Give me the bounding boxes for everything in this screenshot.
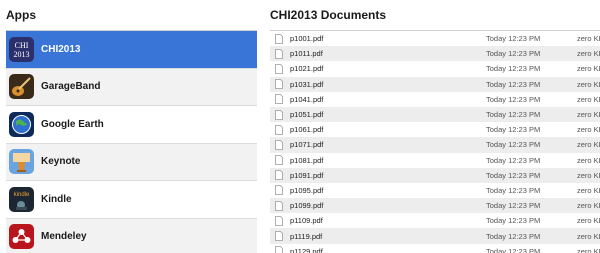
apps-panel-title: Apps <box>6 8 36 22</box>
document-modified: Today 12:23 PM <box>486 216 540 225</box>
document-icon <box>275 155 283 165</box>
document-name: p1061.pdf <box>290 125 410 134</box>
document-modified: Today 12:23 PM <box>486 64 540 73</box>
app-item-garageband[interactable]: GarageBand <box>6 69 257 107</box>
document-icon <box>275 49 283 59</box>
document-row[interactable]: p1109.pdf Today 12:23 PM zero KB <box>270 213 600 228</box>
document-modified: Today 12:23 PM <box>486 49 540 58</box>
app-item-kindle[interactable]: kindle Kindle <box>6 181 257 219</box>
document-icon <box>275 170 283 180</box>
document-name: p1091.pdf <box>290 171 410 180</box>
document-name: p1119.pdf <box>290 232 410 241</box>
document-icon <box>275 185 283 195</box>
document-row[interactable]: p1011.pdf Today 12:23 PM zero KB <box>270 46 600 61</box>
document-size: zero KB <box>577 186 600 195</box>
chi2013-icon: CHI 2013 <box>9 37 34 62</box>
document-modified: Today 12:23 PM <box>486 247 540 253</box>
document-name: p1071.pdf <box>290 140 410 149</box>
document-modified: Today 12:23 PM <box>486 186 540 195</box>
svg-text:CHI: CHI <box>15 41 29 50</box>
documents-panel-title: CHI2013 Documents <box>270 8 386 22</box>
document-name: p1001.pdf <box>290 34 410 43</box>
document-name: p1081.pdf <box>290 156 410 165</box>
app-item-keynote[interactable]: Keynote <box>6 144 257 182</box>
app-item-chi2013[interactable]: CHI 2013 CHI2013 <box>6 31 257 69</box>
document-size: zero KB <box>577 49 600 58</box>
mendeley-icon <box>9 224 34 249</box>
document-row[interactable]: p1071.pdf Today 12:23 PM zero KB <box>270 137 600 152</box>
svg-text:kindle: kindle <box>14 192 30 198</box>
document-row[interactable]: p1119.pdf Today 12:23 PM zero KB <box>270 228 600 243</box>
document-name: p1109.pdf <box>290 216 410 225</box>
app-item-label: Mendeley <box>41 231 87 242</box>
document-row[interactable]: p1041.pdf Today 12:23 PM zero KB <box>270 92 600 107</box>
svg-text:2013: 2013 <box>14 50 30 59</box>
document-size: zero KB <box>577 64 600 73</box>
document-name: p1041.pdf <box>290 95 410 104</box>
kindle-icon: kindle <box>9 187 34 212</box>
document-size: zero KB <box>577 171 600 180</box>
document-size: zero KB <box>577 156 600 165</box>
document-icon <box>275 231 283 241</box>
document-row[interactable]: p1001.pdf Today 12:23 PM zero KB <box>270 31 600 46</box>
document-icon <box>275 110 283 120</box>
app-item-label: Google Earth <box>41 119 104 130</box>
document-size: zero KB <box>577 125 600 134</box>
document-row[interactable]: p1021.pdf Today 12:23 PM zero KB <box>270 61 600 76</box>
app-item-label: Kindle <box>41 194 72 205</box>
podium-icon <box>9 149 34 174</box>
document-modified: Today 12:23 PM <box>486 80 540 89</box>
document-name: p1095.pdf <box>290 186 410 195</box>
document-row[interactable]: p1091.pdf Today 12:23 PM zero KB <box>270 168 600 183</box>
document-modified: Today 12:23 PM <box>486 110 540 119</box>
document-name: p1031.pdf <box>290 80 410 89</box>
apps-list: CHI 2013 CHI2013 GarageBand Go <box>6 30 257 253</box>
document-name: p1051.pdf <box>290 110 410 119</box>
document-name: p1011.pdf <box>290 49 410 58</box>
document-modified: Today 12:23 PM <box>486 201 540 210</box>
document-row[interactable]: p1095.pdf Today 12:23 PM zero KB <box>270 183 600 198</box>
document-row[interactable]: p1031.pdf Today 12:23 PM zero KB <box>270 77 600 92</box>
globe-icon <box>9 112 34 137</box>
document-size: zero KB <box>577 34 600 43</box>
document-size: zero KB <box>577 216 600 225</box>
document-row[interactable]: p1061.pdf Today 12:23 PM zero KB <box>270 122 600 137</box>
document-size: zero KB <box>577 247 600 253</box>
document-size: zero KB <box>577 95 600 104</box>
document-row[interactable]: p1081.pdf Today 12:23 PM zero KB <box>270 153 600 168</box>
document-icon <box>275 216 283 226</box>
document-name: p1129.pdf <box>290 247 410 253</box>
document-row[interactable]: p1051.pdf Today 12:23 PM zero KB <box>270 107 600 122</box>
document-icon <box>275 34 283 44</box>
document-size: zero KB <box>577 140 600 149</box>
document-size: zero KB <box>577 80 600 89</box>
document-modified: Today 12:23 PM <box>486 171 540 180</box>
app-item-label: Keynote <box>41 156 80 167</box>
document-modified: Today 12:23 PM <box>486 140 540 149</box>
document-name: p1099.pdf <box>290 201 410 210</box>
document-size: zero KB <box>577 201 600 210</box>
documents-list: p1001.pdf Today 12:23 PM zero KB p1011.pdf T… <box>270 30 600 253</box>
app-item-mendeley[interactable]: Mendeley <box>6 219 257 253</box>
document-icon <box>275 64 283 74</box>
document-icon <box>275 140 283 150</box>
document-name: p1021.pdf <box>290 64 410 73</box>
document-modified: Today 12:23 PM <box>486 34 540 43</box>
app-item-google-earth[interactable]: Google Earth <box>6 106 257 144</box>
document-size: zero KB <box>577 110 600 119</box>
document-modified: Today 12:23 PM <box>486 125 540 134</box>
app-item-label: GarageBand <box>41 81 100 92</box>
document-icon <box>275 79 283 89</box>
app-item-label: CHI2013 <box>41 44 80 55</box>
document-row[interactable]: p1099.pdf Today 12:23 PM zero KB <box>270 198 600 213</box>
document-icon <box>275 201 283 211</box>
document-modified: Today 12:23 PM <box>486 95 540 104</box>
guitar-icon <box>9 74 34 99</box>
document-size: zero KB <box>577 232 600 241</box>
document-icon <box>275 125 283 135</box>
document-icon <box>275 94 283 104</box>
document-modified: Today 12:23 PM <box>486 232 540 241</box>
document-modified: Today 12:23 PM <box>486 156 540 165</box>
